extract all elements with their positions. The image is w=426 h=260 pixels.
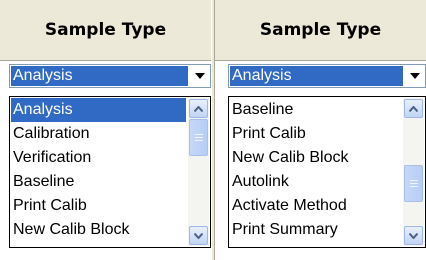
scroll-up-arrow-icon[interactable] — [189, 99, 208, 118]
grip-line — [195, 134, 203, 135]
scroll-thumb[interactable] — [404, 165, 423, 202]
list-item[interactable]: Print Calib — [230, 122, 401, 146]
dropdown-value: Analysis — [11, 66, 188, 86]
right-panel: Sample Type Analysis Baseline Print Cali… — [215, 0, 426, 260]
scroll-thumb[interactable] — [189, 119, 208, 156]
list-item[interactable]: New Calib Block — [230, 146, 401, 170]
dropdown-value: Analysis — [230, 66, 403, 86]
list-item[interactable]: Activate Method — [230, 194, 401, 218]
column-header-label: Sample Type — [259, 20, 382, 40]
sample-type-list[interactable]: Baseline Print Calib New Calib Block Aut… — [228, 96, 426, 248]
list-item[interactable]: Print Calib — [11, 194, 186, 218]
column-header[interactable]: Sample Type — [215, 0, 426, 61]
grip-line — [195, 137, 203, 138]
list-item[interactable]: Calibration — [11, 122, 186, 146]
list-item[interactable]: Autolink — [230, 170, 401, 194]
scroll-down-arrow-icon[interactable] — [189, 226, 208, 245]
scroll-down-arrow-icon[interactable] — [404, 226, 423, 245]
chevron-down-icon[interactable] — [407, 68, 423, 84]
list-item[interactable]: Verification — [11, 146, 186, 170]
list-item[interactable]: Baseline — [11, 170, 186, 194]
column-header-label: Sample Type — [44, 20, 167, 40]
list-items: Baseline Print Calib New Calib Block Aut… — [230, 98, 401, 246]
sample-type-list[interactable]: Analysis Calibration Verification Baseli… — [9, 96, 211, 248]
list-item[interactable]: Print Summary — [230, 218, 401, 242]
list-items: Analysis Calibration Verification Baseli… — [11, 98, 186, 246]
list-item[interactable]: Analysis — [11, 98, 186, 122]
grip-line — [195, 140, 203, 141]
grip-line — [410, 180, 418, 181]
vertical-scrollbar[interactable] — [403, 98, 424, 246]
scroll-up-arrow-icon[interactable] — [404, 99, 423, 118]
left-panel: Sample Type Analysis Analysis Calibratio… — [0, 0, 211, 260]
chevron-down-icon[interactable] — [192, 68, 208, 84]
vertical-scrollbar[interactable] — [188, 98, 209, 246]
list-item[interactable]: New Calib Block — [11, 218, 186, 242]
grip-line — [410, 186, 418, 187]
sample-type-dropdown[interactable]: Analysis — [9, 64, 211, 88]
grip-line — [410, 183, 418, 184]
column-header[interactable]: Sample Type — [0, 0, 211, 61]
sample-type-dropdown[interactable]: Analysis — [228, 64, 426, 88]
list-item[interactable]: Baseline — [230, 98, 401, 122]
